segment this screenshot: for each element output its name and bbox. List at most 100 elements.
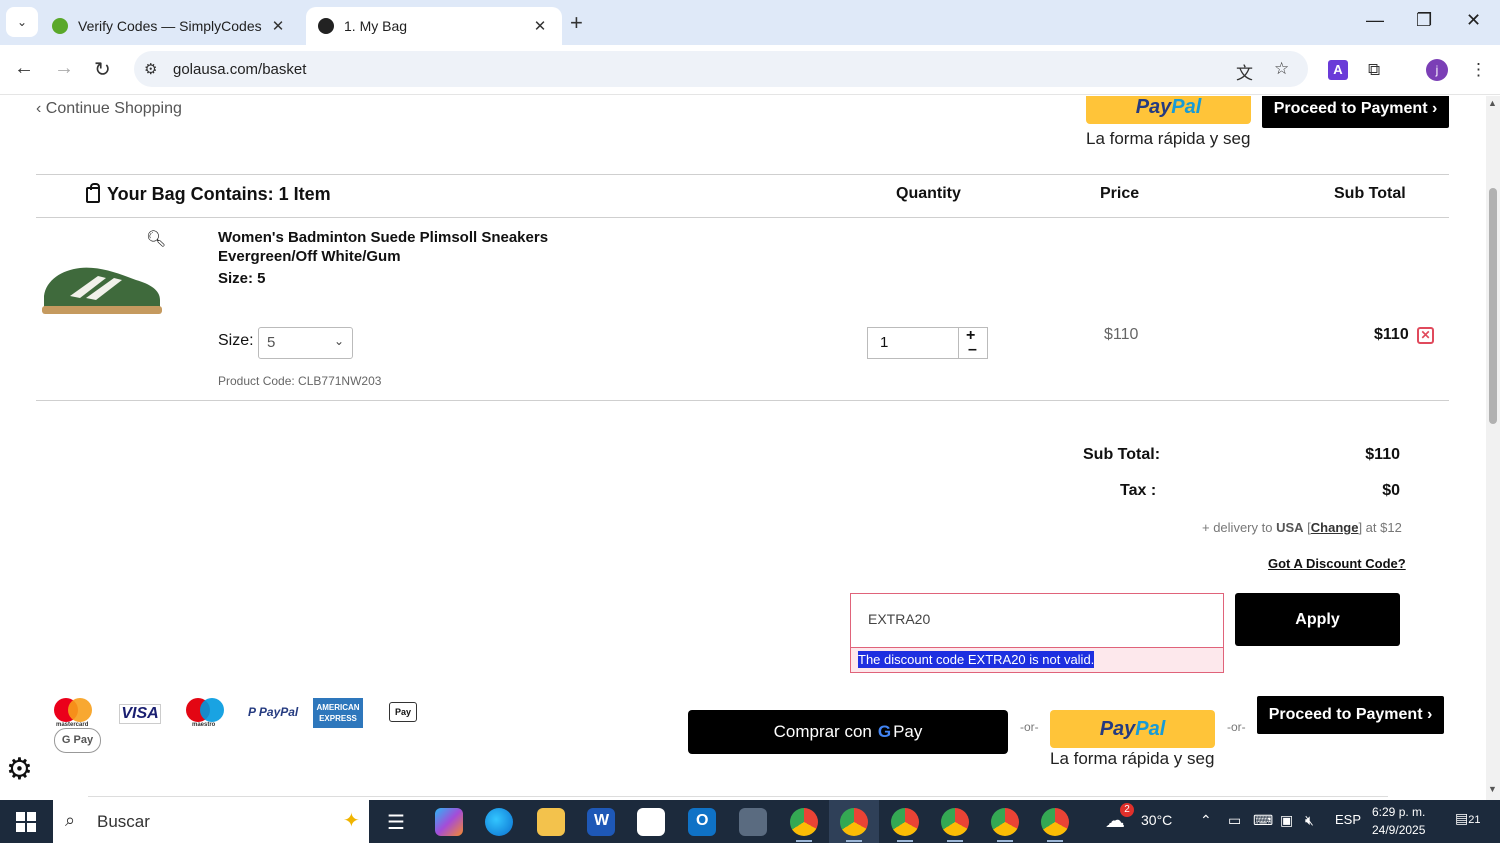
paypal-button-top[interactable]: Pay Pal (1086, 96, 1251, 124)
size-select-value: 5 (267, 334, 276, 351)
clock[interactable]: 6:29 p. m. 24/9/2025 (1372, 803, 1425, 839)
delivery-country: USA (1276, 520, 1304, 535)
close-icon[interactable]: ✕ (530, 17, 550, 35)
paypal-button-bottom[interactable]: Pay Pal (1050, 710, 1215, 748)
page-scrollbar[interactable]: ▲ ▼ (1486, 96, 1500, 800)
paypal-logo: P PayPal (248, 705, 299, 719)
apply-button[interactable]: Apply (1235, 593, 1400, 646)
word-app-icon[interactable]: W (587, 808, 615, 836)
address-bar[interactable]: ⚙ golausa.com/basket 文 ☆ (134, 51, 1308, 87)
chrome-profile-5-icon[interactable] (991, 808, 1019, 842)
forward-arrow-icon[interactable]: → (54, 57, 74, 80)
basket-page: ‹ Continue Shopping Pay Pal La forma rápi… (0, 96, 1486, 800)
chevron-down-icon: ⌄ (16, 15, 28, 29)
change-delivery-link[interactable]: Change (1311, 520, 1359, 535)
google-pay-logo: G Pay (54, 728, 101, 753)
back-arrow-icon[interactable]: ← (14, 57, 34, 80)
search-icon: ⌕ (65, 810, 76, 830)
close-icon[interactable]: ✕ (268, 17, 288, 35)
paypal-tagline-bottom: La forma rápida y seg (1050, 749, 1215, 768)
proceed-to-payment-button-bottom[interactable]: Proceed to Payment › (1257, 696, 1444, 734)
zoom-magnifier-icon[interactable]: 🔍︎ (146, 229, 166, 249)
google-pay-button[interactable]: Comprar con G Pay (688, 710, 1008, 754)
extensions-puzzle-icon[interactable]: ⧉ (1368, 60, 1380, 80)
tab-search-button[interactable]: ⌄ (6, 7, 38, 37)
discount-code-input[interactable]: EXTRA20 (850, 593, 1224, 648)
chrome-profile-4-icon[interactable] (941, 808, 969, 842)
discount-error-message: The discount code EXTRA20 is not valid. (850, 647, 1224, 673)
or-separator: -or- (1227, 720, 1246, 734)
taskbar-search-text: Buscar (97, 812, 150, 831)
language-indicator[interactable]: ESP (1335, 812, 1361, 827)
quantity-decrease-button[interactable]: – (968, 341, 977, 359)
discount-error-text: The discount code EXTRA20 is not valid. (858, 651, 1095, 668)
tab-my-bag[interactable]: 1. My Bag ✕ (306, 7, 562, 45)
calculator-app-icon[interactable] (739, 808, 767, 836)
gear-icon[interactable]: ⚙ (6, 752, 33, 787)
windows-start-icon[interactable] (16, 812, 36, 832)
column-price: Price (1100, 185, 1140, 202)
chrome-profile-2-icon[interactable] (840, 808, 868, 842)
chrome-profile-6-icon[interactable] (1041, 808, 1069, 842)
paypal-brand-b: Pal (1135, 717, 1166, 740)
meet-icon[interactable]: ▭ (1228, 812, 1241, 829)
maestro-logo: maestro (186, 698, 226, 728)
restore-icon[interactable]: ❐ (1416, 10, 1432, 31)
speaker-muted-icon[interactable]: 🔇︎ (1305, 812, 1314, 829)
edge-app-icon[interactable] (485, 808, 513, 836)
menu-kebab-icon[interactable]: ⋮ (1470, 60, 1487, 80)
scroll-thumb[interactable] (1489, 188, 1497, 424)
reload-icon[interactable]: ↻ (94, 57, 111, 82)
site-settings-icon[interactable]: ⚙ (144, 60, 157, 78)
discount-code-link[interactable]: Got A Discount Code? (1268, 556, 1406, 571)
unit-price: $110 (1104, 326, 1139, 343)
bookmark-star-icon[interactable]: ☆ (1274, 59, 1289, 79)
weather-badge: 2 (1120, 803, 1134, 817)
copilot-app-icon[interactable] (435, 808, 463, 836)
taskbar-search[interactable]: ⌕ Buscar ✦ (53, 800, 369, 843)
tab-simplycodes[interactable]: Verify Codes — SimplyCodes ✕ (40, 7, 300, 45)
bag-heading-text: Your Bag Contains: 1 Item (107, 184, 331, 204)
task-view-icon[interactable]: ☰ (383, 808, 411, 836)
visa-logo: VISA (119, 704, 161, 724)
file-explorer-icon[interactable] (537, 808, 565, 836)
quantity-input[interactable]: 1 (880, 334, 888, 351)
temperature[interactable]: 30°C (1141, 812, 1172, 828)
new-tab-plus-icon[interactable]: + (570, 10, 583, 36)
tax-label: Tax : (1120, 482, 1157, 499)
continue-shopping-link[interactable]: ‹ Continue Shopping (36, 100, 182, 118)
chrome-profile-1-icon[interactable] (790, 808, 818, 842)
windows-taskbar: ⌕ Buscar ✦ ☰ W O ☁ 2 30°C ⌃ ▭ ⌨ ▣ 🔇︎ ESP… (0, 800, 1500, 843)
clock-time: 6:29 p. m. (1372, 805, 1426, 819)
tax-value: $0 (1382, 482, 1400, 499)
or-separator: -or- (1020, 720, 1039, 734)
scroll-up-icon[interactable]: ▲ (1488, 98, 1497, 108)
translate-icon[interactable]: 文 (1236, 59, 1253, 84)
url-text[interactable]: golausa.com/basket (173, 61, 306, 78)
profile-avatar[interactable]: j (1426, 59, 1448, 81)
quantity-stepper: 1 + – (867, 327, 988, 359)
divider (36, 174, 1449, 175)
close-window-icon[interactable]: ✕ (1466, 10, 1481, 31)
network-icon[interactable]: ▣ (1280, 812, 1293, 829)
notifications-icon[interactable]: ▤21 (1455, 810, 1480, 827)
size-label: Size: (218, 332, 254, 349)
product-name[interactable]: Women's Badminton Suede Plimsoll Sneaker… (218, 228, 578, 266)
size-select[interactable]: 5 ⌄ (258, 327, 353, 359)
divider (36, 400, 1449, 401)
gpay-suffix: Pay (893, 722, 923, 741)
input-method-icon[interactable]: ⌨ (1253, 812, 1273, 829)
remove-item-close-icon[interactable]: ✕ (1417, 327, 1434, 344)
chrome-profile-3-icon[interactable] (891, 808, 919, 842)
outlook-app-icon[interactable]: O (688, 808, 716, 836)
microsoft-store-icon[interactable] (637, 808, 665, 836)
proceed-to-payment-button-top[interactable]: Proceed to Payment › (1262, 96, 1449, 128)
tab-title: 1. My Bag (344, 18, 408, 34)
minimize-icon[interactable]: — (1366, 10, 1384, 31)
extension-a-icon[interactable]: A (1328, 60, 1348, 80)
product-image-sneaker[interactable] (40, 256, 164, 320)
chevron-down-icon: ⌄ (333, 334, 344, 348)
chevron-up-icon[interactable]: ⌃ (1200, 812, 1212, 829)
copilot-spark-icon: ✦ (343, 810, 360, 832)
scroll-down-icon[interactable]: ▼ (1488, 784, 1497, 794)
